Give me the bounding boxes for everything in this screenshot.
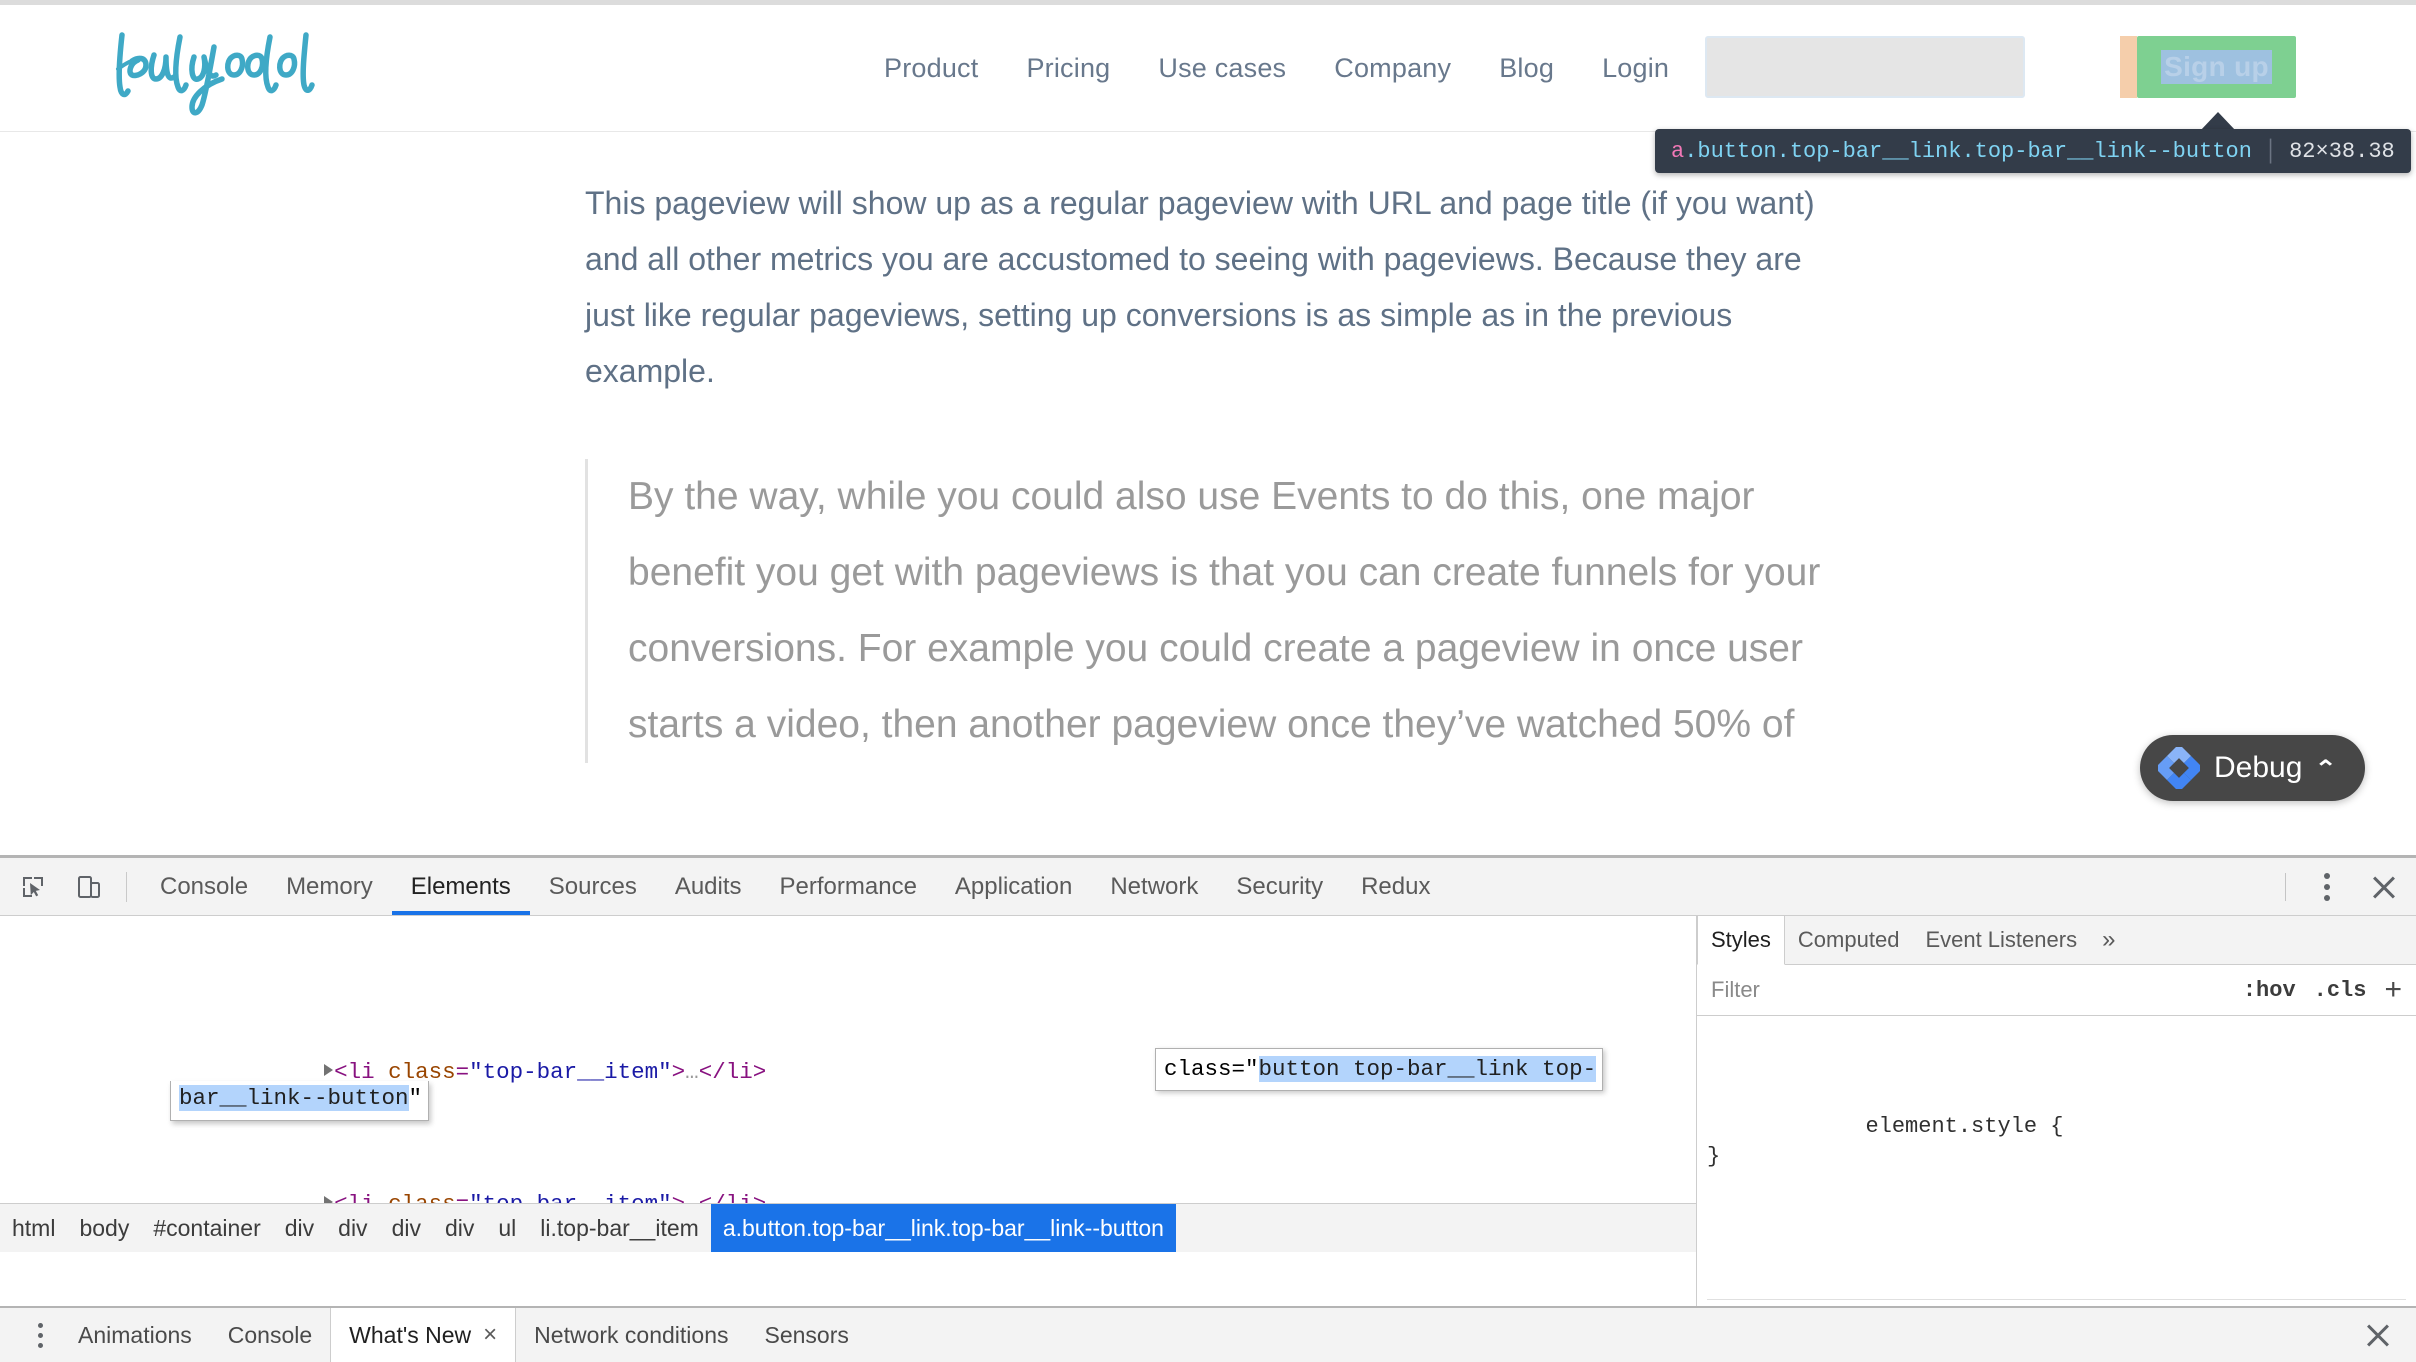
css-rule-close: } <box>1707 1144 1721 1169</box>
drawer-tab-animations[interactable]: Animations <box>60 1308 210 1362</box>
css-rule-element-style[interactable]: element.style { } <box>1707 1082 2406 1202</box>
breadcrumb: html body #container div div div div ul … <box>0 1203 1696 1252</box>
breadcrumb-div[interactable]: div <box>273 1204 326 1252</box>
debug-button-label: Debug <box>2214 751 2303 784</box>
drawer-tab-console[interactable]: Console <box>210 1308 330 1362</box>
tooltip-divider: │ <box>2263 138 2278 164</box>
tooltip-selector: .button.top-bar__link.top-bar__link--but… <box>1684 138 2252 164</box>
google-tag-manager-icon <box>2154 743 2204 793</box>
devtools-drawer: Animations Console What's New × Network … <box>0 1306 2416 1362</box>
devtools-margin-highlight <box>2120 36 2137 98</box>
new-style-rule-button[interactable]: + <box>2384 975 2402 1005</box>
device-toolbar-icon[interactable] <box>66 864 112 910</box>
main-navigation: Product Pricing Use cases Company Blog L… <box>860 53 1693 84</box>
chevron-double-right-icon[interactable]: » <box>2090 916 2127 964</box>
styles-filter-row: :hov .cls + <box>1697 965 2416 1016</box>
drawer-tab-whats-new-label: What's New <box>349 1322 472 1348</box>
article-paragraph: This pageview will show up as a regular … <box>585 185 1815 389</box>
gtm-debug-button[interactable]: Debug ⌃ <box>2140 735 2365 801</box>
signup-button-label: Sign up <box>2161 50 2272 84</box>
nav-item-login[interactable]: Login <box>1578 53 1693 84</box>
force-hover-state-button[interactable]: :hov <box>2243 978 2296 1003</box>
attr-editor-suffix: " <box>408 1085 423 1111</box>
breadcrumb-html[interactable]: html <box>0 1204 67 1252</box>
element-classes-button[interactable]: .cls <box>2314 978 2367 1003</box>
kebab-menu-icon[interactable] <box>2308 867 2346 907</box>
attribute-editor-line1[interactable]: class="button top-bar__link top- <box>1155 1048 1604 1091</box>
css-selector: element.style { <box>1865 1114 2064 1139</box>
tab-audits[interactable]: Audits <box>656 858 761 915</box>
close-icon[interactable]: × <box>483 1308 497 1362</box>
breadcrumb-div[interactable]: div <box>380 1204 433 1252</box>
signup-button[interactable]: Sign up <box>2137 36 2296 98</box>
breadcrumb-body[interactable]: body <box>67 1204 141 1252</box>
screenshot-root: leadfeeder Product Pricing Use cases Com… <box>0 0 2416 1362</box>
drawer-tab-network-conditions[interactable]: Network conditions <box>516 1308 746 1362</box>
tab-redux[interactable]: Redux <box>1342 858 1449 915</box>
drawer-right-group <box>2358 1315 2398 1355</box>
attr-editor-selection-1: button top-bar__link top- <box>1258 1056 1597 1082</box>
attr-editor-selection-2: bar__link--button <box>179 1085 409 1111</box>
drawer-tab-sensors[interactable]: Sensors <box>746 1308 866 1362</box>
toolbar-right-divider <box>2285 872 2286 901</box>
attribute-editor-line2[interactable]: bar__link--button" <box>170 1081 430 1121</box>
leadfeeder-logo[interactable]: leadfeeder <box>110 27 440 117</box>
tab-computed[interactable]: Computed <box>1785 916 1913 964</box>
breadcrumb-ul[interactable]: ul <box>486 1204 528 1252</box>
dom-row[interactable]: <li class="top-bar__item">…</li> <box>0 1287 1696 1306</box>
site-top-bar: leadfeeder Product Pricing Use cases Com… <box>0 5 2416 132</box>
toolbar-divider <box>126 871 127 902</box>
tooltip-tag-name: a <box>1671 138 1685 164</box>
breadcrumb-li[interactable]: li.top-bar__item <box>528 1204 711 1252</box>
tab-memory[interactable]: Memory <box>267 858 392 915</box>
tab-styles[interactable]: Styles <box>1697 916 1785 965</box>
dom-row[interactable]: <li class="top-bar__item">…</li> <box>0 1155 1696 1217</box>
nav-item-pricing[interactable]: Pricing <box>1002 53 1134 84</box>
css-rules-list: element.style { } main-3ab663b792…02bd86… <box>1697 1016 2416 1306</box>
styles-filter-input[interactable] <box>1709 976 2225 1004</box>
breadcrumb-div[interactable]: div <box>326 1204 379 1252</box>
nav-item-use-cases[interactable]: Use cases <box>1134 53 1310 84</box>
tab-application[interactable]: Application <box>936 858 1091 915</box>
devtools-toolbar: Console Memory Elements Sources Audits P… <box>0 858 2416 916</box>
tab-elements[interactable]: Elements <box>392 858 530 915</box>
drawer-kebab-menu-icon[interactable] <box>20 1315 60 1355</box>
css-rule-divider <box>1707 1299 2406 1300</box>
nav-item-blog[interactable]: Blog <box>1475 53 1578 84</box>
tab-security[interactable]: Security <box>1217 858 1342 915</box>
nav-item-product[interactable]: Product <box>860 53 1002 84</box>
browser-viewport: leadfeeder Product Pricing Use cases Com… <box>0 0 2416 855</box>
tab-network[interactable]: Network <box>1091 858 1217 915</box>
breadcrumb-anchor-selected[interactable]: a.button.top-bar__link.top-bar__link--bu… <box>710 1204 1176 1252</box>
article-blockquote: By the way, while you could also use Eve… <box>585 459 1845 763</box>
tab-console[interactable]: Console <box>141 858 267 915</box>
article-content: This pageview will show up as a regular … <box>585 175 1845 763</box>
chevron-up-icon[interactable]: ⌃ <box>2314 756 2337 781</box>
tab-performance[interactable]: Performance <box>761 858 936 915</box>
toolbar-right-group <box>2285 858 2404 915</box>
drawer-tab-whats-new[interactable]: What's New × <box>330 1308 517 1362</box>
dom-li-class: "top-bar__item" <box>469 1059 672 1085</box>
styles-tab-strip: Styles Computed Event Listeners » <box>1697 916 2416 965</box>
inspect-element-icon[interactable] <box>10 864 56 910</box>
drawer-close-icon[interactable] <box>2358 1315 2398 1355</box>
breadcrumb-div[interactable]: div <box>433 1204 486 1252</box>
tooltip-dimensions: 82×38.38 <box>2289 138 2395 164</box>
attr-editor-prefix: class=" <box>1164 1056 1259 1082</box>
close-icon[interactable] <box>2364 867 2404 907</box>
breadcrumb-container[interactable]: #container <box>141 1204 272 1252</box>
tab-event-listeners[interactable]: Event Listeners <box>1912 916 2090 964</box>
styles-pane: Styles Computed Event Listeners » :hov .… <box>1697 916 2416 1306</box>
header-search-input[interactable] <box>1705 36 2025 98</box>
tab-sources[interactable]: Sources <box>530 858 656 915</box>
expand-triangle-icon[interactable] <box>324 1064 334 1076</box>
nav-item-company[interactable]: Company <box>1310 53 1475 84</box>
inspector-tooltip: a .button.top-bar__link.top-bar__link--bu… <box>1655 129 2411 173</box>
